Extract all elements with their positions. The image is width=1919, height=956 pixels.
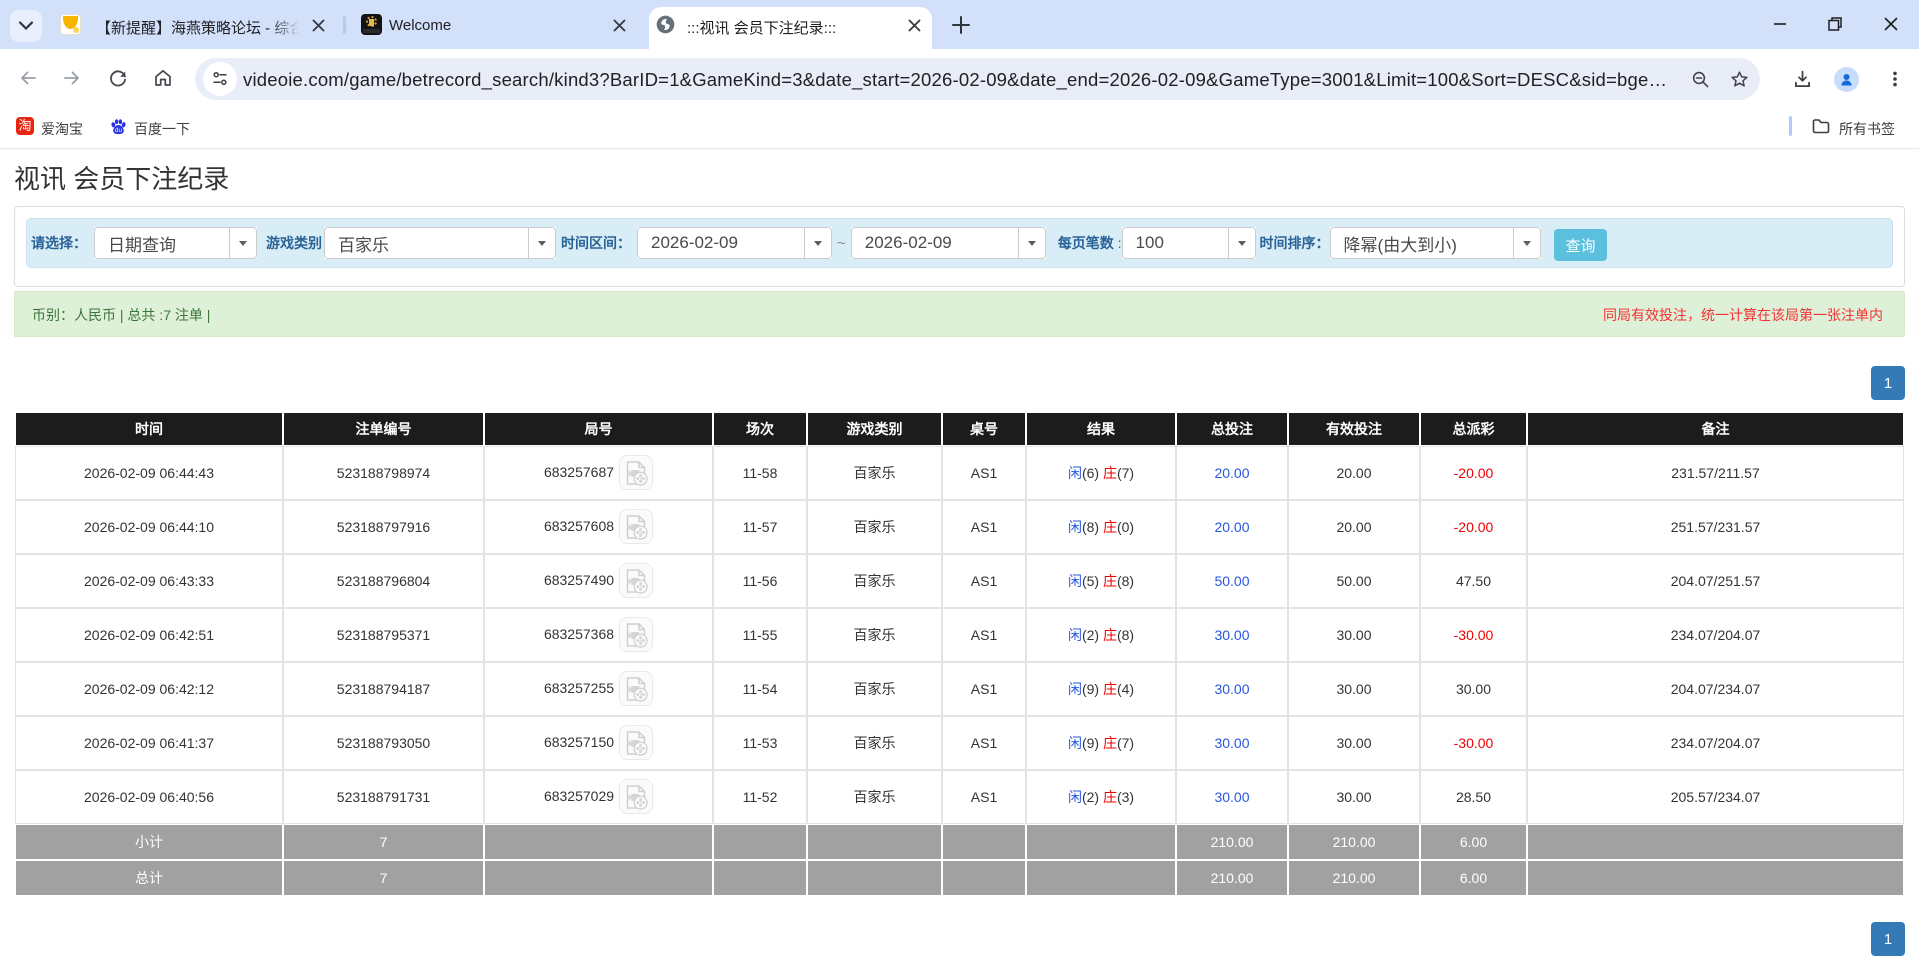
svg-text:du: du	[115, 127, 123, 134]
